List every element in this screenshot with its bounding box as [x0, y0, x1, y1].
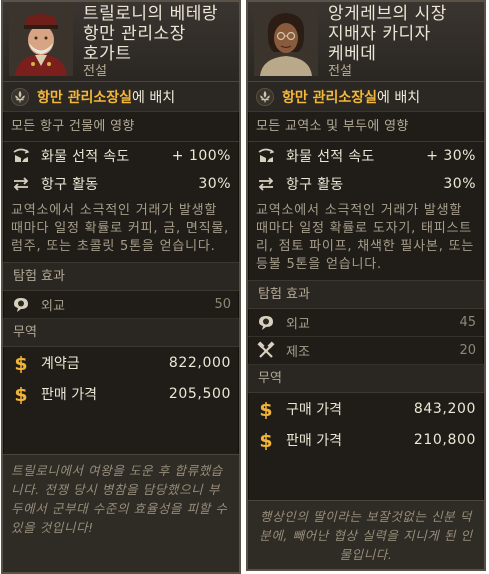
skill-value: 20	[459, 343, 476, 358]
card-header: 트릴로니의 베테랑 항만 관리소장 호가트 전설	[3, 2, 239, 82]
svg-text:$: $	[14, 353, 27, 374]
trade-label: 판매 가격	[286, 432, 342, 449]
trade-row-buy-price: $ 구매 가격 843,200	[248, 393, 484, 424]
dollar-icon: $	[14, 353, 27, 374]
skill-row-diplomacy: 외교 45	[248, 309, 484, 337]
crafting-icon	[257, 340, 275, 358]
diplomacy-icon	[14, 297, 28, 312]
skill-label: 외교	[41, 299, 65, 314]
trade-section-title: 무역	[248, 365, 484, 393]
placement-text: 항만 관리소장실에 배치	[37, 87, 175, 107]
stat-label: 항구 활동	[41, 177, 99, 193]
skill-label: 제조	[286, 345, 310, 360]
skill-label: 외교	[286, 317, 310, 332]
placement-text: 항만 관리소장실에 배치	[282, 87, 420, 107]
trade-value: 843,200	[413, 400, 476, 417]
swap-arrows-icon	[13, 177, 29, 191]
skill-value: 45	[459, 315, 476, 330]
stat-label: 화물 선적 속도	[286, 149, 375, 165]
expedition-section-title: 탐험 효과	[248, 281, 484, 309]
ability-description: 교역소에서 소극적인 거래가 발생할 때마다 일정 확률로 커피, 금, 면직물…	[3, 198, 239, 263]
skill-row-crafting: 제조 20	[248, 337, 484, 365]
placement-suffix: 에 배치	[377, 89, 421, 106]
dollar-icon: $	[14, 384, 27, 405]
expedition-section-title: 탐험 효과	[3, 263, 239, 291]
portrait-icon	[9, 6, 73, 76]
trade-value: 205,500	[168, 385, 231, 402]
stat-label: 화물 선적 속도	[41, 149, 130, 165]
stat-row-port-activity: 항구 활동 30%	[3, 170, 239, 198]
trade-section-title: 무역	[3, 319, 239, 347]
diplomacy-icon	[259, 315, 273, 330]
name-line: 지배자 카디자	[328, 24, 431, 44]
skill-value: 50	[214, 297, 231, 312]
scope-text: 모든 교역소 및 부두에 영향	[248, 112, 484, 142]
stat-row-port-activity: 항구 활동 30%	[248, 170, 484, 198]
name-line: 호가트	[83, 44, 132, 64]
flavor-text: 행상인의 딸이라는 보잘것없는 신분 덕분에, 빼어난 협상 실력을 지니게 된…	[248, 500, 484, 569]
name-line: 항만 관리소장	[83, 24, 186, 44]
name-line: 케베데	[328, 44, 377, 64]
rarity-label: 전설	[83, 64, 107, 79]
specialist-card-kadija: 앙게레브의 시장 지배자 카디자 케베데 전설 항만 관리소장실에 배치 모든 …	[246, 0, 486, 571]
placement-building: 항만 관리소장실	[37, 89, 133, 106]
trade-value: 210,800	[413, 431, 476, 448]
trade-row-signing-fee: $ 계약금 822,000	[3, 347, 239, 378]
stat-value: + 30%	[426, 148, 476, 164]
svg-text:$: $	[14, 384, 27, 405]
skill-row-diplomacy: 외교 50	[3, 291, 239, 319]
stat-row-cargo-speed: 화물 선적 속도 + 30%	[248, 142, 484, 170]
placement-suffix: 에 배치	[132, 89, 176, 106]
stat-value: 30%	[443, 176, 476, 192]
fleur-de-lis-icon	[11, 87, 29, 106]
ability-description: 교역소에서 소극적인 거래가 발생할 때마다 일정 확률로 도자기, 태피스트리…	[248, 198, 484, 281]
specialist-card-hogart: 트릴로니의 베테랑 항만 관리소장 호가트 전설 항만 관리소장실에 배치 모든…	[1, 0, 241, 574]
trade-value: 822,000	[168, 354, 231, 371]
scope-text: 모든 항구 건물에 영향	[3, 112, 239, 142]
placement-row: 항만 관리소장실에 배치	[248, 82, 484, 112]
fleur-de-lis-icon	[256, 87, 274, 106]
name-line: 앙게레브의 시장	[328, 4, 447, 24]
svg-text:$: $	[259, 399, 272, 420]
stat-row-cargo-speed: 화물 선적 속도 + 100%	[3, 142, 239, 170]
svg-text:$: $	[259, 430, 272, 451]
name-line: 트릴로니의 베테랑	[83, 4, 219, 24]
trade-row-sell-price: $ 판매 가격 210,800	[248, 424, 484, 455]
placement-building: 항만 관리소장실	[282, 89, 378, 106]
name-block: 앙게레브의 시장 지배자 카디자 케베데 전설	[328, 4, 478, 80]
swap-arrows-icon	[258, 177, 274, 191]
portrait-icon	[254, 6, 318, 76]
stat-value: + 100%	[171, 148, 231, 164]
trade-row-sell-price: $ 판매 가격 205,500	[3, 378, 239, 409]
cargo-speed-icon	[258, 148, 275, 162]
dollar-icon: $	[259, 399, 272, 420]
trade-label: 판매 가격	[41, 386, 97, 403]
name-block: 트릴로니의 베테랑 항만 관리소장 호가트 전설	[83, 4, 233, 80]
stat-label: 항구 활동	[286, 177, 344, 193]
trade-label: 구매 가격	[286, 401, 342, 418]
card-header: 앙게레브의 시장 지배자 카디자 케베데 전설	[248, 2, 484, 82]
stat-value: 30%	[198, 176, 231, 192]
trade-label: 계약금	[41, 355, 80, 372]
rarity-label: 전설	[328, 64, 352, 79]
flavor-text: 트릴로니에서 여왕을 도운 후 합류했습니다. 전쟁 당시 병참을 담당했으니 …	[3, 454, 239, 572]
dollar-icon: $	[259, 430, 272, 451]
cargo-speed-icon	[13, 148, 30, 162]
placement-row: 항만 관리소장실에 배치	[3, 82, 239, 112]
